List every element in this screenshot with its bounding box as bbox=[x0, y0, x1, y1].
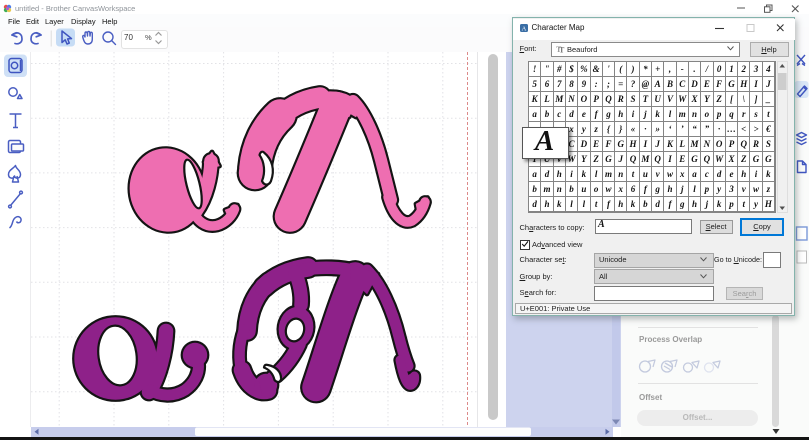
svg-text:A: A bbox=[521, 25, 526, 32]
svg-text:T: T bbox=[559, 46, 565, 53]
